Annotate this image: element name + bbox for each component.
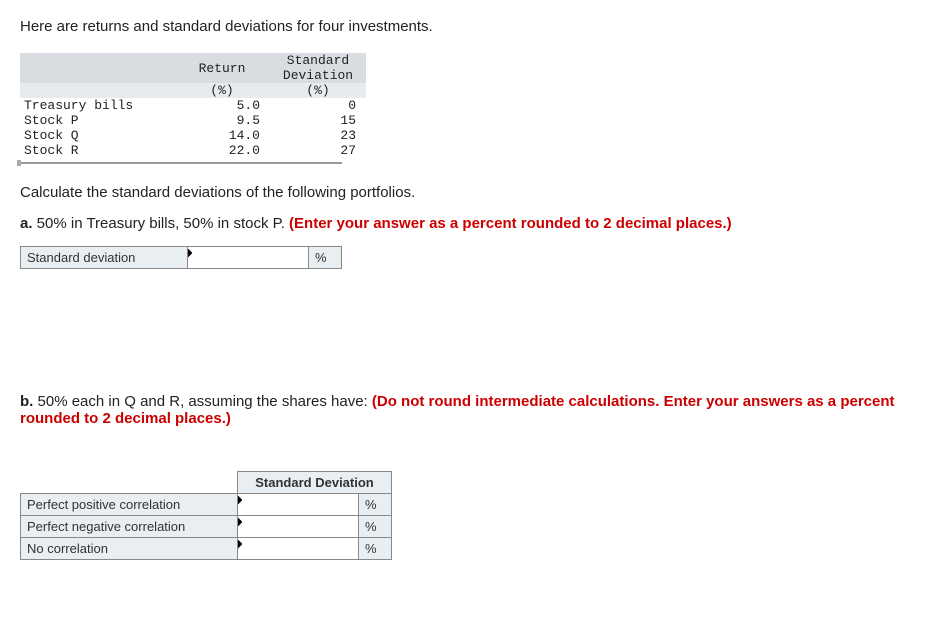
table-row: Stock R 22.0 27 [20,143,366,158]
input-flag-icon [188,249,192,267]
unit-label: % [359,494,392,516]
intro-text: Here are returns and standard deviations… [20,18,921,35]
unit-label: % [359,516,392,538]
unit-label: % [309,247,342,269]
part-b-input-pos[interactable] [244,495,358,515]
table-divider [20,162,342,164]
unit-label: % [359,538,392,560]
header-sd-top: Standard Deviation [270,53,366,83]
calc-prompt: Calculate the standard deviations of the… [20,184,921,201]
table-row: Stock P 9.5 15 [20,113,366,128]
part-a-answer-table: Standard deviation % [20,246,342,269]
sd-header: Standard Deviation [238,472,392,494]
part-a-prompt: a. 50% in Treasury bills, 50% in stock P… [20,215,921,232]
header-return-top: Return [174,53,270,83]
header-empty [20,53,174,83]
table-row: Stock Q 14.0 23 [20,128,366,143]
sd-label: Standard deviation [21,247,188,269]
row-label: Perfect negative correlation [21,516,238,538]
input-flag-icon [238,518,242,536]
part-b-answer-table: Standard Deviation Perfect positive corr… [20,471,392,560]
header-sd-unit: (%) [270,83,366,98]
part-b-input-neg[interactable] [244,517,358,537]
table-row: Treasury bills 5.0 0 [20,98,366,113]
row-label: No correlation [21,538,238,560]
input-flag-icon [238,496,242,514]
sd-input-cell [188,247,309,269]
input-flag-icon [238,540,242,558]
part-b-input-none[interactable] [244,539,358,559]
part-a-input[interactable] [194,248,308,268]
row-label: Perfect positive correlation [21,494,238,516]
investments-table: Return Standard Deviation (%) (%) Treasu… [20,53,366,158]
part-b-prompt: b. 50% each in Q and R, assuming the sha… [20,393,921,427]
header-return-unit: (%) [174,83,270,98]
